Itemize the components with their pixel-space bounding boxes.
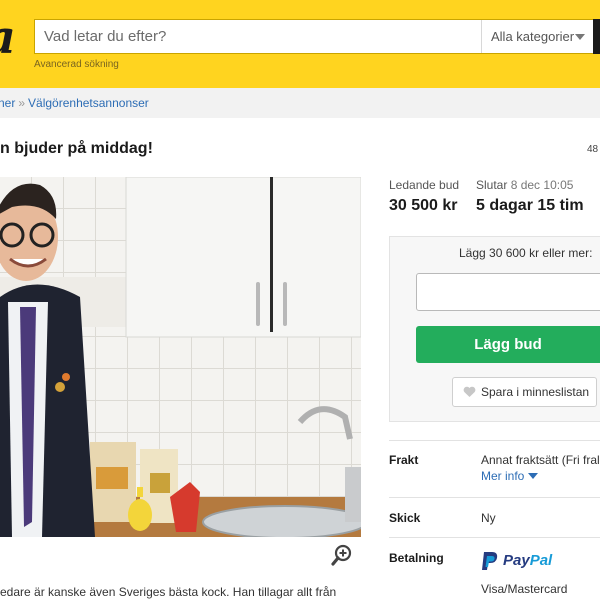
listing-photo[interactable] — [0, 177, 361, 537]
advanced-search-link[interactable]: Avancerad sökning — [34, 59, 119, 70]
divider — [389, 537, 600, 538]
heart-icon — [463, 386, 476, 397]
site-header: a Alla kategorier Avancerad sökning — [0, 0, 600, 88]
chevron-down-icon — [528, 473, 539, 479]
bid-amount-input[interactable] — [416, 273, 600, 311]
zoom-in-icon[interactable] — [331, 544, 353, 566]
listing-title: n bjuder på middag! — [0, 140, 153, 157]
category-select-label: Alla kategorier — [491, 29, 575, 44]
paypal-logo-icon — [482, 552, 498, 570]
paypal-wordmark: PayPal — [503, 552, 552, 569]
ends-label-text: Slutar — [476, 178, 508, 192]
listing-description: edare är kanske även Sveriges bästa kock… — [0, 585, 337, 599]
payment-cards: Visa/Mastercard — [481, 582, 568, 596]
kitchen-photo-illustration — [0, 177, 361, 537]
paypal-wordmark-pay: Pay — [503, 552, 530, 569]
listing-counter: 48 — [587, 144, 599, 155]
bid-prompt: Lägg 30 600 kr eller mer: — [459, 246, 593, 260]
search-bar: Alla kategorier — [34, 19, 600, 54]
search-input[interactable] — [35, 20, 481, 53]
search-button[interactable] — [593, 19, 600, 54]
more-info-label: Mer info — [481, 469, 525, 483]
leading-bid-value: 30 500 kr — [389, 197, 458, 214]
breadcrumb-item-parent[interactable]: ner — [0, 96, 15, 110]
chevron-down-icon — [575, 34, 585, 40]
shipping-label: Frakt — [389, 453, 419, 467]
leading-bid-label: Ledande bud — [389, 178, 460, 192]
ends-date: 8 dec 10:05 — [510, 178, 574, 192]
breadcrumb-item-charity[interactable]: Välgörenhetsannonser — [28, 96, 149, 110]
ends-label: Slutar 8 dec 10:05 — [476, 178, 573, 192]
condition-value: Ny — [481, 511, 496, 525]
save-to-watchlist-label: Spara i minneslistan — [481, 385, 590, 399]
category-select[interactable]: Alla kategorier — [481, 20, 595, 53]
shipping-value: Annat fraktsätt (Fri fral — [481, 453, 600, 467]
divider — [389, 497, 600, 498]
place-bid-button[interactable]: Lägg bud — [416, 326, 600, 363]
breadcrumb-bar: ner» Välgörenhetsannonser — [0, 88, 600, 118]
condition-label: Skick — [389, 511, 421, 525]
time-left: 5 dagar 15 tim — [476, 197, 584, 214]
breadcrumb: ner» Välgörenhetsannonser — [0, 96, 149, 110]
divider — [389, 440, 600, 441]
site-logo[interactable]: a — [0, 12, 16, 62]
payment-label: Betalning — [389, 551, 444, 565]
paypal-wordmark-pal: Pal — [529, 552, 553, 569]
save-to-watchlist-button[interactable]: Spara i minneslistan — [452, 377, 597, 407]
more-info-link[interactable]: Mer info — [481, 469, 539, 483]
breadcrumb-separator: » — [18, 96, 26, 110]
